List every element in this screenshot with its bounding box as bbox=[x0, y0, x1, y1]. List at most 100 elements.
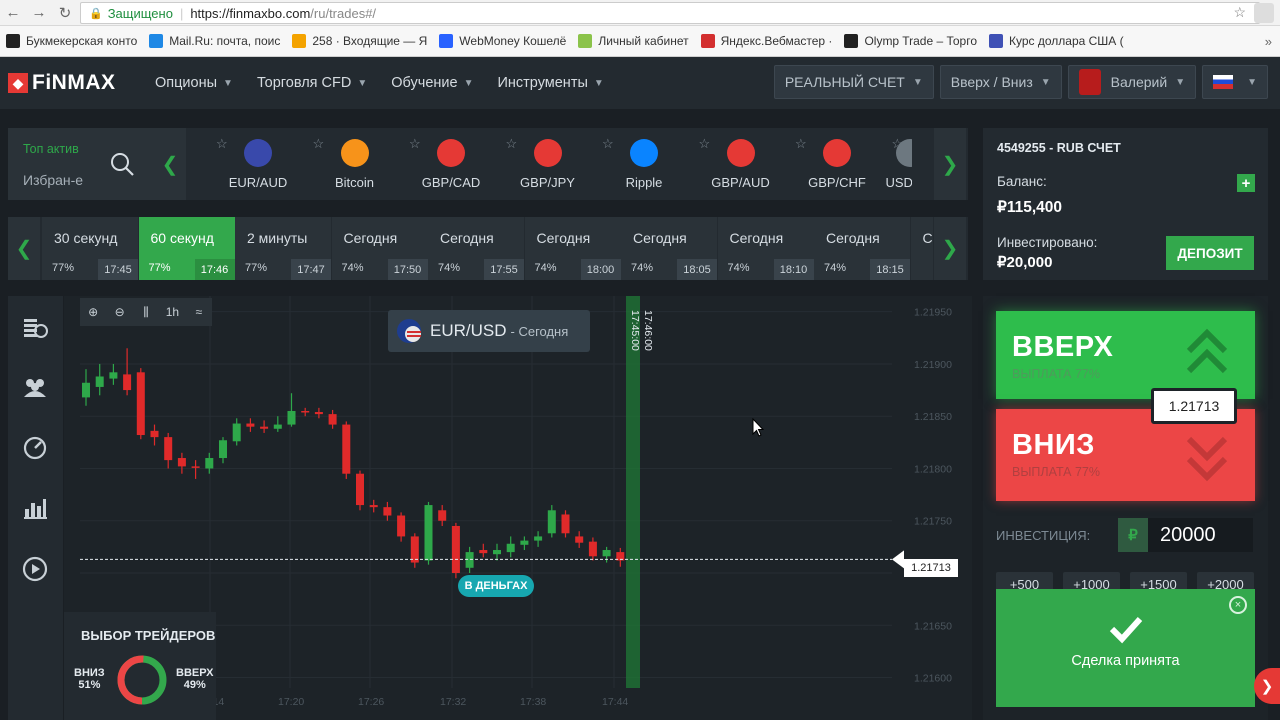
expiry-option[interactable]: С bbox=[910, 217, 933, 280]
expiry-label: Сегодня bbox=[536, 230, 591, 246]
finmax-logo[interactable]: ◆ FiNMAX bbox=[8, 71, 133, 95]
logo-icon: ◆ bbox=[8, 73, 28, 93]
avatar bbox=[1078, 69, 1101, 95]
expiry-option[interactable]: 2 минуты 77% 17:47 bbox=[235, 217, 331, 280]
bookmark-item[interactable]: WebMoney Кошелё bbox=[439, 34, 566, 48]
expiry-payout: 77% bbox=[245, 262, 268, 274]
left-sidebar bbox=[8, 296, 63, 720]
bookmark-item[interactable]: Mail.Ru: почта, поис bbox=[149, 34, 280, 48]
asset-item[interactable]: ☆ EUR/AUD bbox=[210, 128, 306, 200]
expiry-next-arrow-icon[interactable]: ❯ bbox=[934, 217, 966, 280]
expiry-option[interactable]: Сегодня 74% 18:15 bbox=[814, 217, 910, 280]
price-chart[interactable]: 1.21950 1.21900 1.21850 1.21800 1.21750 1.217… bbox=[64, 296, 972, 720]
candle-body bbox=[451, 525, 460, 574]
expiry-option[interactable]: Сегодня 74% 17:55 bbox=[428, 217, 524, 280]
favorite-star-icon[interactable]: ☆ bbox=[699, 136, 711, 152]
up-label: ВВЕРХ bbox=[1012, 331, 1114, 363]
account-type-dropdown[interactable]: РЕАЛЬНЫЙ СЧЕТ ▼ bbox=[773, 65, 934, 99]
zoom-out-icon[interactable]: ⊖ bbox=[106, 305, 132, 319]
candlestick-type-icon[interactable]: ⫼ bbox=[133, 305, 159, 320]
expiry-label: 30 секунд bbox=[54, 230, 118, 246]
traders-up-label: ВВЕРХ bbox=[176, 667, 214, 679]
expiry-option[interactable]: 30 секунд 77% 17:45 bbox=[42, 217, 138, 280]
top-asset-link[interactable]: Топ актив bbox=[23, 142, 79, 156]
expiry-option[interactable]: Сегодня 74% 18:10 bbox=[717, 217, 814, 280]
expiry-option[interactable]: Сегодня 74% 18:05 bbox=[621, 217, 717, 280]
asset-item[interactable]: ☆ GBP/AUD bbox=[693, 128, 789, 200]
pair-badge[interactable]: EUR/USD - Сегодня bbox=[388, 310, 590, 352]
expiry-option[interactable]: Сегодня 74% 18:00 bbox=[524, 217, 621, 280]
asset-item[interactable]: ☆ GBP/JPY bbox=[500, 128, 596, 200]
language-dropdown[interactable]: ▼ bbox=[1202, 65, 1268, 99]
up-button[interactable]: ВВЕРХ ВЫПЛАТА 77% bbox=[996, 311, 1255, 399]
expiry-label: Сегодня bbox=[343, 230, 398, 246]
expiry-option[interactable]: Сегодня 74% 17:50 bbox=[331, 217, 428, 280]
up-payout: ВЫПЛАТА 77% bbox=[1012, 367, 1101, 381]
asset-flag-icon bbox=[823, 139, 851, 167]
coins-icon[interactable] bbox=[21, 313, 49, 341]
bookmark-item[interactable]: Букмекерская конто bbox=[6, 34, 137, 48]
close-icon[interactable]: × bbox=[1229, 596, 1247, 614]
investment-amount[interactable]: 20000 bbox=[1148, 518, 1253, 552]
bookmark-item[interactable]: Яндекс.Вебмастер · bbox=[700, 34, 832, 48]
favorite-star-icon[interactable]: ☆ bbox=[409, 136, 421, 152]
back-icon[interactable]: ← bbox=[0, 0, 26, 26]
asset-item[interactable]: ☆ GBP/CHF bbox=[789, 128, 885, 200]
candle-body bbox=[547, 510, 556, 534]
timeframe-button[interactable]: 1h bbox=[159, 305, 185, 319]
nav-item[interactable]: Опционы ▼ bbox=[155, 75, 233, 91]
extension-icon[interactable] bbox=[1254, 3, 1274, 23]
indicators-icon[interactable]: ≈ bbox=[186, 305, 212, 319]
forward-icon[interactable]: → bbox=[26, 0, 52, 26]
speedometer-icon[interactable] bbox=[21, 433, 49, 461]
favorite-star-icon[interactable]: ☆ bbox=[506, 136, 518, 152]
bookmark-star-icon[interactable]: ☆ bbox=[1233, 4, 1246, 21]
asset-item[interactable]: ☆ Bitcoin bbox=[307, 128, 403, 200]
x-tick-label: 17:38 bbox=[520, 696, 546, 708]
asset-item[interactable]: ☆ USD bbox=[886, 128, 912, 200]
community-icon[interactable] bbox=[21, 373, 49, 401]
favorites-link[interactable]: Избран-е bbox=[23, 172, 83, 188]
nav-item-label: Опционы bbox=[155, 75, 218, 91]
investment-input[interactable]: ₽ 20000 bbox=[1118, 518, 1253, 552]
assets-prev-arrow-icon[interactable]: ❮ bbox=[154, 128, 186, 200]
bookmark-item[interactable]: 258 · Входящие — Я bbox=[292, 34, 427, 48]
option-type-dropdown[interactable]: Вверх / Вниз ▼ bbox=[939, 65, 1062, 99]
candle-body bbox=[136, 372, 145, 436]
bookmark-item[interactable]: Olymp Trade – Торго bbox=[844, 34, 977, 48]
favorite-star-icon[interactable]: ☆ bbox=[216, 136, 228, 152]
favorite-star-icon[interactable]: ☆ bbox=[602, 136, 614, 152]
assets-next-arrow-icon[interactable]: ❯ bbox=[934, 128, 966, 200]
zoom-in-icon[interactable]: ⊕ bbox=[80, 305, 106, 319]
reload-icon[interactable]: ↻ bbox=[52, 0, 78, 26]
favorite-star-icon[interactable]: ☆ bbox=[313, 136, 325, 152]
expiry-prev-arrow-icon[interactable]: ❮ bbox=[8, 217, 40, 280]
deposit-button[interactable]: ДЕПОЗИТ bbox=[1166, 236, 1254, 270]
expiry-time: 18:05 bbox=[677, 259, 717, 280]
address-bar[interactable]: 🔒 Защищено | https://finmaxbo.com /ru/tr… bbox=[80, 2, 1260, 24]
asset-item[interactable]: ☆ Ripple bbox=[596, 128, 692, 200]
x-tick-label: 17:32 bbox=[440, 696, 466, 708]
add-funds-icon[interactable]: + bbox=[1237, 174, 1255, 192]
chevron-down-icon: ▼ bbox=[593, 77, 604, 89]
traders-donut-chart bbox=[117, 655, 167, 705]
asset-item[interactable]: ☆ GBP/CAD bbox=[403, 128, 499, 200]
candle-body bbox=[506, 543, 515, 553]
user-menu[interactable]: Валерий ▼ bbox=[1067, 65, 1197, 99]
nav-item[interactable]: Инструменты ▼ bbox=[497, 75, 603, 91]
search-icon[interactable] bbox=[108, 150, 136, 178]
nav-item[interactable]: Обучение ▼ bbox=[391, 75, 473, 91]
bookmarks-more-icon[interactable]: » bbox=[1265, 34, 1272, 49]
expiry-option[interactable]: 60 секунд 77% 17:46 bbox=[138, 217, 235, 280]
candle-body bbox=[534, 536, 543, 541]
assets-bar: Топ актив Избран-е ❮ ❯ ☆ EUR/AUD ☆ Bitcoin ☆… bbox=[8, 128, 968, 200]
nav-item[interactable]: Торговля CFD ▼ bbox=[257, 75, 367, 91]
candle-body bbox=[205, 458, 214, 469]
bookmark-favicon-icon bbox=[844, 34, 859, 48]
bookmark-item[interactable]: Личный кабинет bbox=[578, 34, 689, 48]
bookmark-item[interactable]: Курс доллара США ( bbox=[989, 34, 1124, 48]
play-video-icon[interactable] bbox=[21, 555, 49, 583]
favorite-star-icon[interactable]: ☆ bbox=[795, 136, 807, 152]
traders-down-label: ВНИЗ bbox=[74, 667, 105, 679]
statistics-icon[interactable] bbox=[21, 493, 49, 521]
